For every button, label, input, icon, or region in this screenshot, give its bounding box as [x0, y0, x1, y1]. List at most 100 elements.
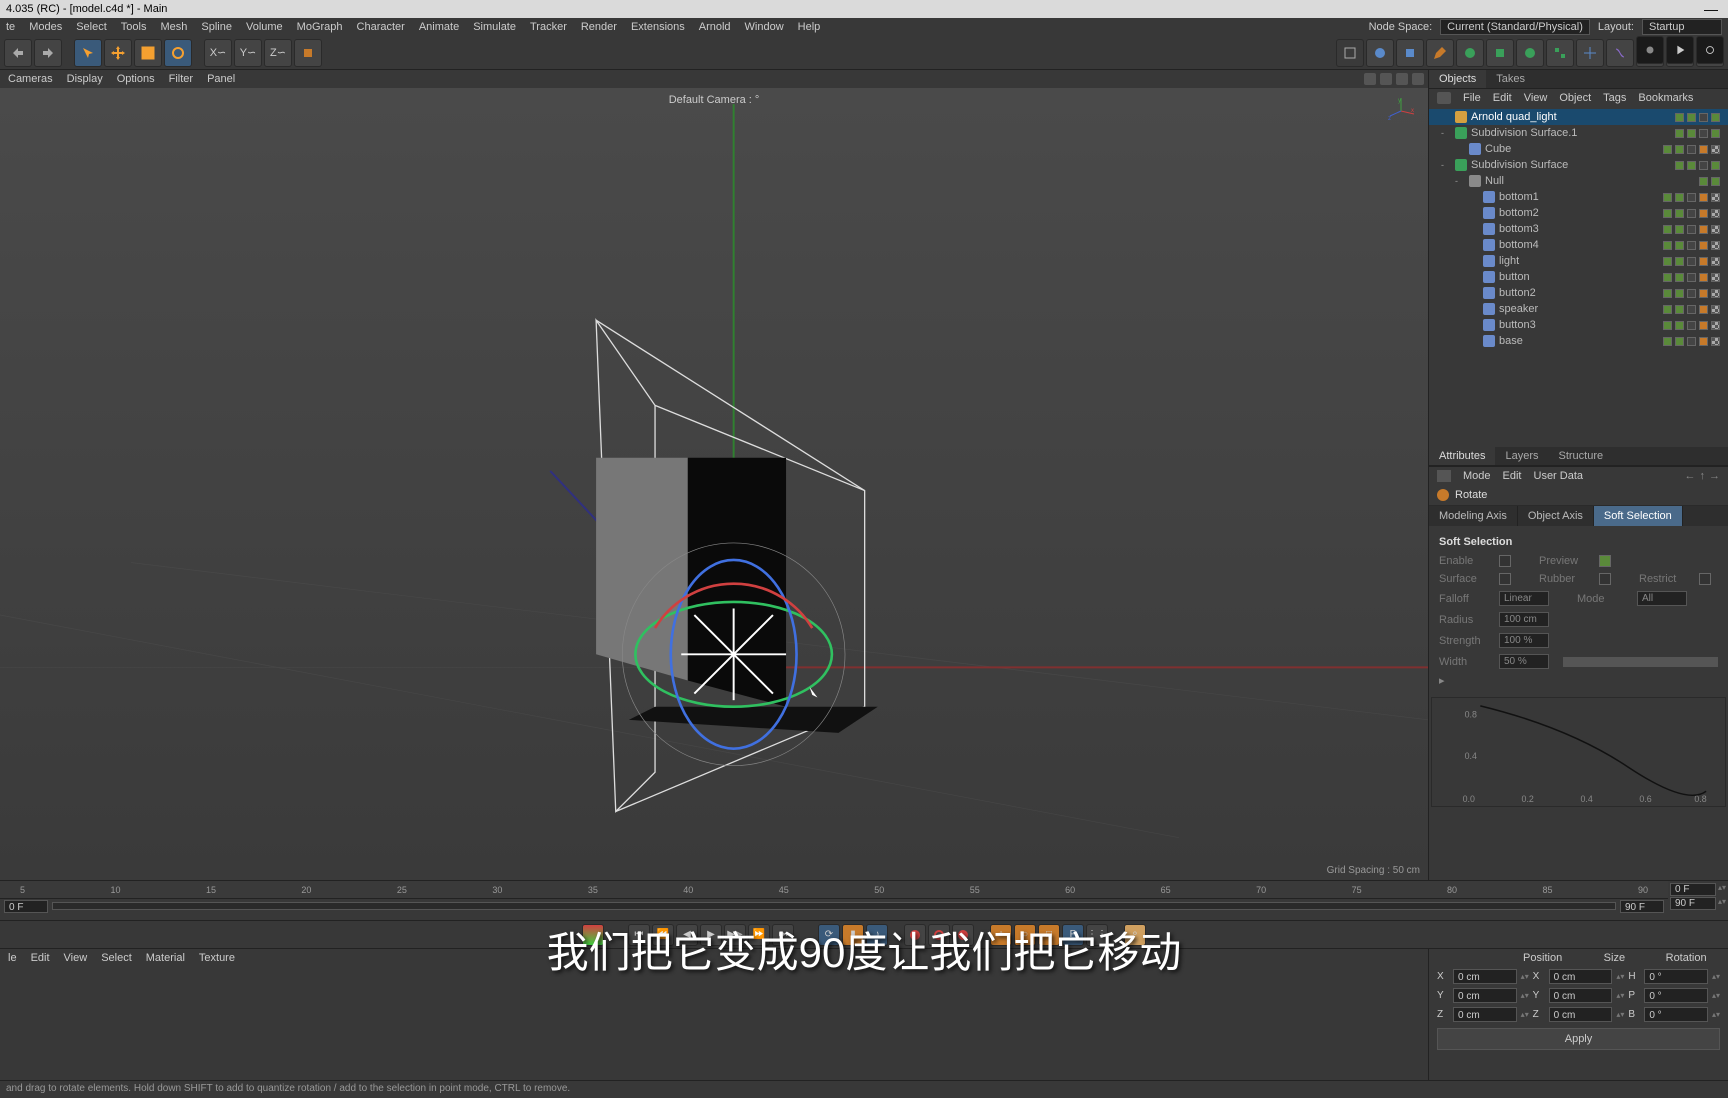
object-tree[interactable]: Arnold quad_light-Subdivision Surface.1C… [1429, 107, 1728, 447]
attr-menu-item[interactable]: Edit [1503, 470, 1522, 482]
object-row[interactable]: bottom1 [1429, 189, 1728, 205]
y-lock[interactable]: Y∽ [234, 39, 262, 67]
z-lock[interactable]: Z∽ [264, 39, 292, 67]
mat-menu-item[interactable]: View [64, 952, 88, 964]
object-row[interactable]: bottom2 [1429, 205, 1728, 221]
coord-system[interactable] [294, 39, 322, 67]
material-area[interactable] [0, 967, 1428, 1080]
object-row[interactable]: button [1429, 269, 1728, 285]
vp-menu-item[interactable]: Panel [207, 73, 235, 85]
object-row[interactable]: button3 [1429, 317, 1728, 333]
select-tool[interactable] [74, 39, 102, 67]
falloff-graph[interactable]: 0.8 0.4 0.0 0.2 0.4 0.6 0.8 [1431, 697, 1726, 807]
move-tool[interactable] [104, 39, 132, 67]
enable-checkbox[interactable] [1499, 555, 1511, 567]
surface-checkbox[interactable] [1499, 573, 1511, 585]
mat-menu-item[interactable]: le [8, 952, 17, 964]
menu-item[interactable]: Animate [419, 21, 459, 33]
mat-menu-item[interactable]: Select [101, 952, 132, 964]
menu-item[interactable]: Simulate [473, 21, 516, 33]
rotate-tool[interactable] [164, 39, 192, 67]
menu-item[interactable]: Spline [201, 21, 232, 33]
tab-attributes[interactable]: Attributes [1429, 447, 1495, 465]
vp-nav-icon[interactable] [1412, 73, 1424, 85]
menu-item[interactable]: Arnold [699, 21, 731, 33]
deformer-tool[interactable] [1606, 39, 1634, 67]
minimize-icon[interactable]: — [1704, 1, 1718, 17]
rot-h-field[interactable]: 0 ° [1644, 969, 1708, 984]
om-menu-item[interactable]: View [1524, 92, 1548, 104]
size-z-field[interactable]: 0 cm [1549, 1007, 1613, 1022]
apply-button[interactable]: Apply [1437, 1028, 1720, 1050]
object-row[interactable]: speaker [1429, 301, 1728, 317]
width-field[interactable]: 50 % [1499, 654, 1549, 669]
object-row[interactable]: light [1429, 253, 1728, 269]
subtab-modeling[interactable]: Modeling Axis [1429, 506, 1518, 526]
strength-field[interactable]: 100 % [1499, 633, 1549, 648]
rot-p-field[interactable]: 0 ° [1644, 988, 1708, 1003]
attr-menu-item[interactable]: User Data [1534, 470, 1584, 482]
vp-menu-item[interactable]: Filter [169, 73, 193, 85]
menu-item[interactable]: te [6, 21, 15, 33]
tab-takes[interactable]: Takes [1486, 70, 1535, 88]
vp-menu-item[interactable]: Cameras [8, 73, 53, 85]
cloner-tool[interactable] [1546, 39, 1574, 67]
menu-item[interactable]: Volume [246, 21, 283, 33]
menu-item[interactable]: Tools [121, 21, 147, 33]
undo-button[interactable] [4, 39, 32, 67]
mat-menu-item[interactable]: Edit [31, 952, 50, 964]
object-row[interactable]: Arnold quad_light [1429, 109, 1728, 125]
restrict-checkbox[interactable] [1699, 573, 1711, 585]
preview-checkbox[interactable] [1599, 555, 1611, 567]
layout-dropdown[interactable]: Startup [1642, 19, 1722, 35]
size-y-field[interactable]: 0 cm [1549, 988, 1613, 1003]
volume-tool[interactable] [1486, 39, 1514, 67]
object-row[interactable]: Cube [1429, 141, 1728, 157]
menu-icon[interactable] [1437, 92, 1451, 104]
object-row[interactable]: button2 [1429, 285, 1728, 301]
om-menu-item[interactable]: Tags [1603, 92, 1626, 104]
mat-menu-item[interactable]: Texture [199, 952, 235, 964]
tab-layers[interactable]: Layers [1495, 447, 1548, 465]
settings-button[interactable] [1696, 36, 1724, 64]
menu-item[interactable]: MoGraph [297, 21, 343, 33]
back-icon[interactable]: ← [1685, 470, 1696, 482]
om-menu-item[interactable]: File [1463, 92, 1481, 104]
object-row[interactable]: -Null [1429, 173, 1728, 189]
tab-objects[interactable]: Objects [1429, 70, 1486, 88]
menu-item[interactable]: Tracker [530, 21, 567, 33]
om-menu-item[interactable]: Bookmarks [1638, 92, 1693, 104]
scale-tool[interactable] [134, 39, 162, 67]
object-row[interactable]: bottom4 [1429, 237, 1728, 253]
fwd-icon[interactable]: → [1709, 470, 1720, 482]
rot-b-field[interactable]: 0 ° [1644, 1007, 1708, 1022]
menu-item[interactable]: Select [76, 21, 107, 33]
object-row[interactable]: -Subdivision Surface.1 [1429, 125, 1728, 141]
vp-menu-item[interactable]: Options [117, 73, 155, 85]
menu-item[interactable]: Extensions [631, 21, 685, 33]
om-menu-item[interactable]: Edit [1493, 92, 1512, 104]
subdiv-tool[interactable] [1456, 39, 1484, 67]
pos-x-field[interactable]: 0 cm [1453, 969, 1517, 984]
subtab-soft[interactable]: Soft Selection [1594, 506, 1683, 526]
mat-menu-item[interactable]: Material [146, 952, 185, 964]
viewport[interactable]: Default Camera : ° x y z [0, 88, 1428, 880]
mode-select[interactable]: All [1637, 591, 1687, 606]
menu-item[interactable]: Render [581, 21, 617, 33]
vp-nav-icon[interactable] [1364, 73, 1376, 85]
mograph-tool[interactable] [1516, 39, 1544, 67]
pos-z-field[interactable]: 0 cm [1453, 1007, 1517, 1022]
width-slider[interactable] [1563, 657, 1718, 667]
field-tool[interactable] [1576, 39, 1604, 67]
object-row[interactable]: bottom3 [1429, 221, 1728, 237]
object-row[interactable]: -Subdivision Surface [1429, 157, 1728, 173]
time-field[interactable]: 90 F [1670, 897, 1716, 910]
time-start-field[interactable]: 0 F [4, 900, 48, 913]
falloff-select[interactable]: Linear [1499, 591, 1549, 606]
time-end-field[interactable]: 90 F [1620, 900, 1664, 913]
vp-nav-icon[interactable] [1396, 73, 1408, 85]
object-row[interactable]: base [1429, 333, 1728, 349]
om-menu-item[interactable]: Object [1559, 92, 1591, 104]
record-button[interactable] [1636, 36, 1664, 64]
menu-item[interactable]: Window [745, 21, 784, 33]
